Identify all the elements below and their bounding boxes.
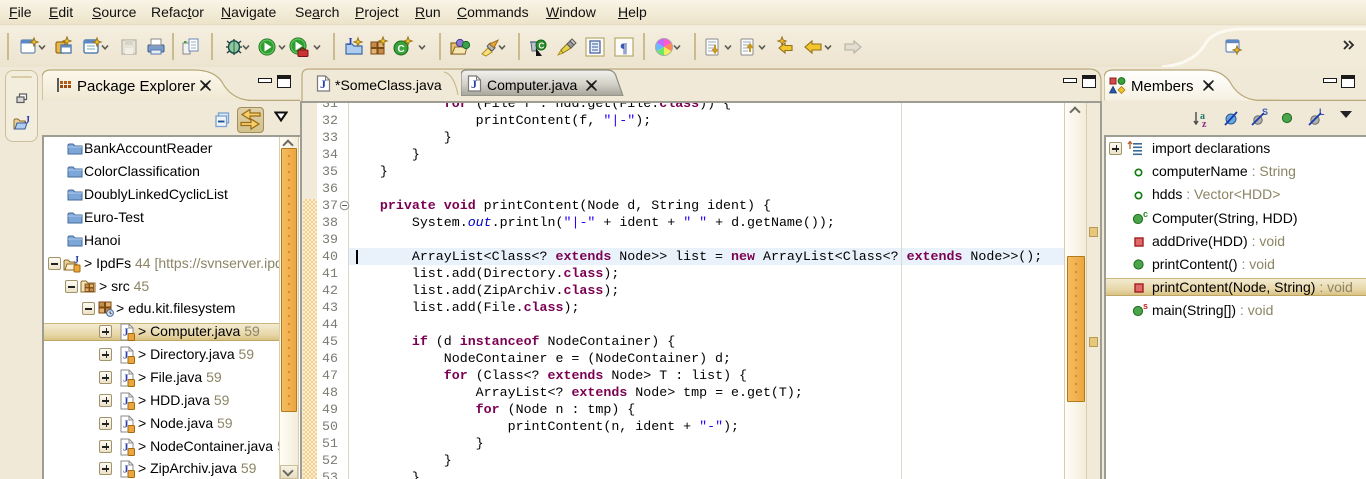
svg-text:s: s (1143, 302, 1148, 311)
svg-text:S: S (1262, 108, 1268, 117)
svg-text:J: J (74, 255, 79, 266)
svg-text:J: J (25, 115, 30, 126)
svg-text:¶: ¶ (620, 42, 628, 57)
svg-text:c: c (1143, 210, 1148, 219)
svg-text:C: C (398, 44, 405, 55)
svg-text:L: L (1319, 108, 1325, 117)
svg-text:C: C (539, 42, 545, 51)
svg-text:z: z (1202, 119, 1207, 128)
svg-text:J: J (347, 36, 353, 48)
